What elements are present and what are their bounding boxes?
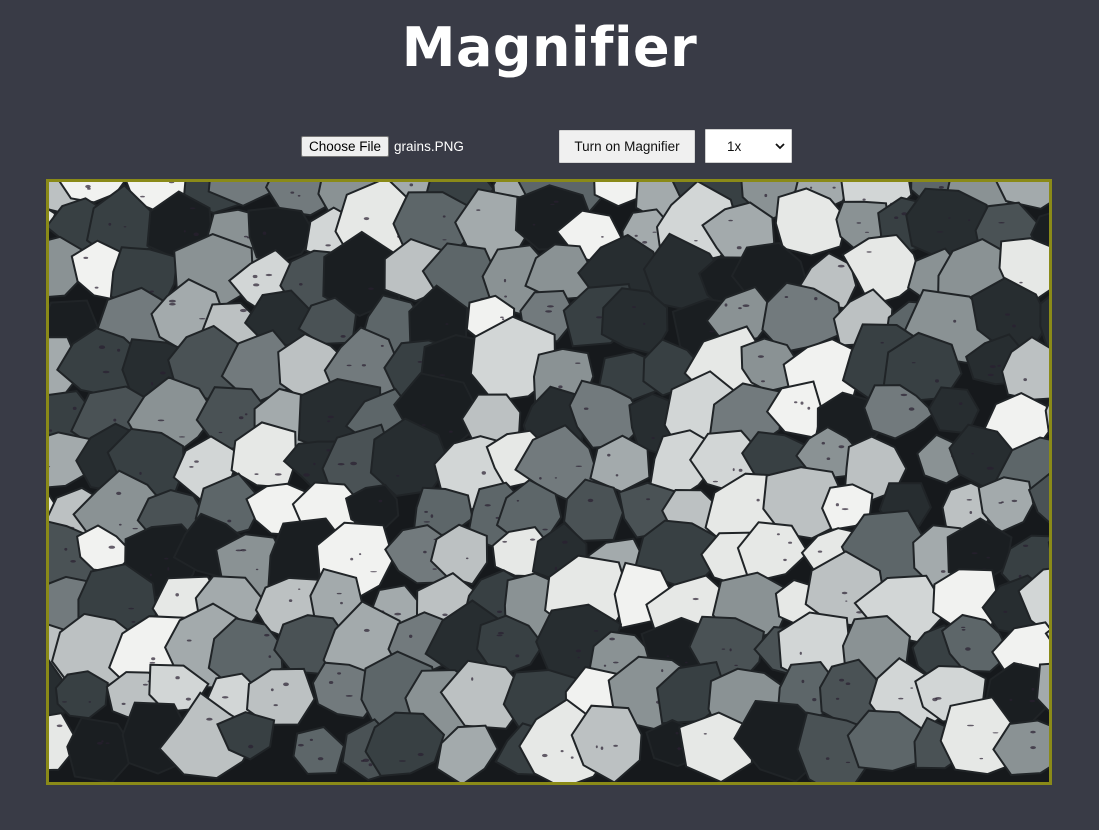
choose-file-button[interactable]: Choose File	[301, 136, 390, 157]
file-input[interactable]: Choose File grains.PNG	[301, 136, 464, 157]
chevron-down-icon	[775, 143, 785, 150]
toggle-magnifier-button[interactable]: Turn on Magnifier	[559, 130, 695, 163]
magnifier-image[interactable]	[46, 179, 1052, 785]
page-title: Magnifier	[401, 16, 698, 79]
zoom-level-select[interactable]: 1x	[705, 129, 792, 163]
selected-file-name: grains.PNG	[394, 139, 464, 154]
zoom-level-value: 1x	[727, 138, 742, 154]
grains-image	[49, 182, 1049, 782]
